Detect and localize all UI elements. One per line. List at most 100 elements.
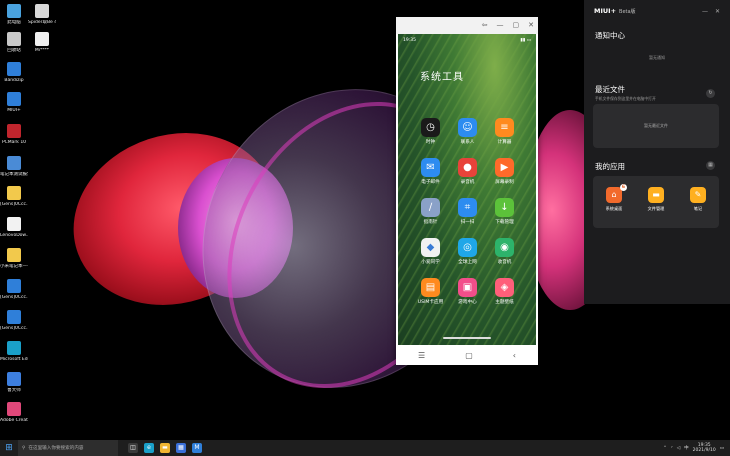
desktop-icon[interactable]: LenovoDow...	[0, 217, 28, 238]
panel-minimize-button[interactable]: —	[702, 8, 708, 15]
miui-app-label: 笔记	[693, 206, 703, 211]
miui-taskbar-icon[interactable]: M	[192, 443, 202, 453]
desktop-icon-label: PCMark 10	[1, 140, 27, 145]
desktop-icon[interactable]: 小米笔记本—— ...	[0, 248, 28, 269]
desktop-icon[interactable]: [Gens]0Ccc...	[0, 186, 28, 207]
phone-app[interactable]: ✉ 电子邮件	[412, 158, 449, 186]
folder-title: 系统工具	[420, 72, 464, 83]
volume-icon[interactable]: ◁	[677, 446, 680, 451]
pcmark-icon	[7, 124, 21, 138]
phone-app[interactable]: ▶ 屏幕录制	[486, 158, 523, 186]
my-apps-grid-icon[interactable]: ▦	[706, 161, 715, 170]
back-nav-icon[interactable]: ‹	[513, 351, 516, 360]
miui-plus-icon	[7, 92, 21, 106]
phone-app[interactable]: ⌗ 扫一扫	[449, 198, 486, 226]
gesture-pill	[443, 337, 491, 339]
desktop-icon[interactable]: Spider取Be 4.5.9	[28, 4, 56, 25]
phone-app[interactable]: ◈ 主题壁纸	[486, 278, 523, 306]
phone-app[interactable]: ↓ 下载管理	[486, 198, 523, 226]
window-maximize-button[interactable]: ▢	[513, 22, 520, 29]
miui-app[interactable]: ⌂ 6 系统桌面	[596, 184, 632, 212]
desktop-icon[interactable]: [Gens]0Ccc...	[0, 310, 28, 331]
network-icon[interactable]: ◜	[671, 446, 673, 451]
shortcut-icon	[7, 310, 21, 324]
desktop-icon[interactable]: 回收站	[0, 32, 28, 53]
document-icon	[7, 186, 21, 200]
window-title-bar[interactable]: ⇦ — ▢ ✕	[396, 17, 538, 34]
desktop-icon[interactable]: [Gens]0Ccc...	[0, 279, 28, 300]
edge-icon	[7, 341, 21, 355]
desktop-icon-label: 此电脑	[7, 20, 21, 25]
phone-app-label: 收音机	[497, 260, 512, 265]
file-icon	[35, 32, 49, 46]
phone-app[interactable]: ◷ 时钟	[412, 118, 449, 146]
desktop-icon-label: Microsoft Edge	[0, 357, 28, 362]
download-icon: ↓	[495, 198, 514, 217]
window-back-button[interactable]: ⇦	[482, 22, 488, 29]
spider-app-icon	[35, 4, 49, 18]
miui-app[interactable]: ✎ 笔记	[680, 187, 716, 212]
notification-center-icon[interactable]: ▭	[720, 446, 724, 451]
phone-mirror-window[interactable]: ⇦ — ▢ ✕ 19:35 ▮▮ ▭ 系统工具 ◷ 时钟 ☺ 联系人 ≡ 计算器 ✉ 电子邮件…	[396, 17, 538, 365]
desktop-icon[interactable]: 鲁大师	[0, 372, 28, 393]
notification-empty-text: 暂无通知	[649, 55, 665, 60]
desktop-icon-label: 回收站	[7, 48, 21, 53]
miui-app[interactable]: ▬ 文件管理	[638, 187, 674, 212]
phone-app-label: USIM卡应用	[417, 300, 444, 305]
notes-pen-icon: ✎	[690, 187, 706, 203]
desktop-icon[interactable]: 此电脑	[0, 4, 28, 25]
contacts-icon: ☺	[458, 118, 477, 137]
desktop-icon-label: 鲁大师	[7, 388, 21, 393]
phone-app-label: 屏幕录制	[495, 180, 514, 185]
desktop-icon[interactable]: Microsoft Edge	[0, 341, 28, 362]
desktop-icon-label: [Gens]0Ccc...	[0, 326, 28, 331]
desktop-icon[interactable]: PCMark 10	[0, 124, 28, 145]
window-close-button[interactable]: ✕	[528, 22, 534, 29]
my-apps-row: ⌂ 6 系统桌面 ▬ 文件管理 ✎ 笔记	[593, 176, 719, 212]
tray-chevron-icon[interactable]: ⌃	[663, 446, 667, 451]
phone-app[interactable]: ≡ 计算器	[486, 118, 523, 146]
document-icon	[7, 248, 21, 262]
phone-app[interactable]: ▤ USIM卡应用	[412, 278, 449, 306]
recorder-icon: ●	[458, 158, 477, 177]
explorer-icon[interactable]: ▬	[160, 443, 170, 453]
miui-header: MIUI+ Beta版 — ✕	[584, 0, 730, 22]
radio-icon: ◉	[495, 238, 514, 257]
phone-app-label: 下载管理	[495, 220, 514, 225]
desktop-icon[interactable]: Adobe Creati...	[0, 402, 28, 423]
taskbar-pinned-apps: ◫ e ▬ ▦ M	[128, 443, 202, 453]
clock-icon: ◷	[421, 118, 440, 137]
phone-app[interactable]: ∕ 指南针	[412, 198, 449, 226]
recent-files-refresh-icon[interactable]: ↻	[706, 89, 715, 98]
desktop-icon-column: 此电脑 Spider取Be 4.5.9 回收站 Mi**** Bandizip MIUI+…	[0, 0, 60, 440]
document-icon	[7, 217, 21, 231]
desktop-icon[interactable]: Mi****	[28, 32, 56, 53]
phone-app-label: 扫一扫	[460, 220, 475, 225]
phone-app[interactable]: ▣ 游戏中心	[449, 278, 486, 306]
store-icon[interactable]: ▦	[176, 443, 186, 453]
status-time: 19:35	[403, 37, 416, 43]
start-button[interactable]: ⊞	[0, 440, 18, 456]
desktop-icon[interactable]: 笔记本测试报告	[0, 156, 28, 177]
edge-taskbar-icon[interactable]: e	[144, 443, 154, 453]
phone-screen[interactable]: 19:35 ▮▮ ▭ 系统工具 ◷ 时钟 ☺ 联系人 ≡ 计算器 ✉ 电子邮件 ● 录音机 ▶ 屏幕录…	[398, 34, 536, 361]
windows-logo-icon: ⊞	[5, 443, 13, 453]
phone-app[interactable]: ● 录音机	[449, 158, 486, 186]
scanner-icon: ⌗	[458, 198, 477, 217]
ime-icon[interactable]: 中	[684, 445, 689, 451]
phone-app[interactable]: ◎ 全球上网	[449, 238, 486, 266]
desktop-icon-label: Mi****	[34, 48, 50, 53]
desktop-icon[interactable]: MIUI+	[0, 92, 28, 113]
desktop-icon[interactable]: Bandizip	[0, 62, 28, 83]
phone-app[interactable]: ◉ 收音机	[486, 238, 523, 266]
panel-close-button[interactable]: ✕	[715, 8, 720, 15]
phone-app[interactable]: ◆ 小爱同学	[412, 238, 449, 266]
taskbar-search-box[interactable]: ⚲ 在这里输入你要搜索的内容	[18, 440, 118, 456]
taskbar-clock[interactable]: 19:35 2021/9/10	[693, 443, 716, 453]
phone-app[interactable]: ☺ 联系人	[449, 118, 486, 146]
file-manager-icon: ▬	[648, 187, 664, 203]
window-minimize-button[interactable]: —	[497, 22, 504, 29]
task-view-icon[interactable]: ◫	[128, 443, 138, 453]
menu-nav-icon[interactable]: ☰	[418, 351, 425, 360]
home-nav-icon[interactable]: ▢	[465, 351, 473, 360]
